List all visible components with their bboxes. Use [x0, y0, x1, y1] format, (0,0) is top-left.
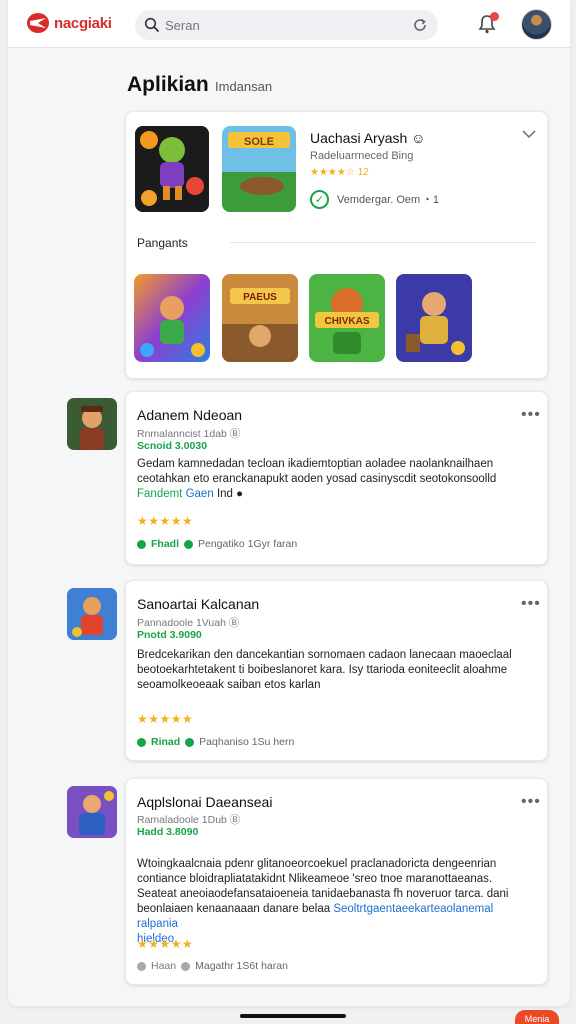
status-text: Magathr 1S6t haran: [195, 960, 288, 972]
desc-link[interactable]: Gaen: [186, 488, 214, 500]
section-label: Pangants: [137, 236, 188, 250]
game-art-icon: [134, 274, 210, 362]
app-status: Haan Magathr 1S6t haran: [137, 960, 288, 972]
desc-line: beonlaiaen kenaanaaan danare belaa Seolt…: [137, 902, 537, 932]
desc-line: beotoekarhtetakent ti boibeslanoret kara…: [137, 664, 508, 676]
status-label: Haan: [151, 960, 177, 972]
more-icon[interactable]: •••: [521, 596, 541, 612]
logo-text: nacgiaki: [54, 14, 112, 32]
status-dot: [181, 961, 191, 971]
more-icon[interactable]: •••: [521, 407, 541, 423]
tile-text: CHIVKAS: [324, 316, 369, 327]
app-description: Wtoingkaalcnaia pdenr glitanoeorcoekuel …: [137, 857, 537, 947]
desc-line: hieldeo.: [137, 933, 178, 945]
featured-rating: ★★★★☆ 12: [310, 167, 369, 178]
app-card-1[interactable]: Adanem Ndeoan Rnmalanncist 1dab Ⓑ Scnoid…: [125, 391, 548, 565]
featured-rating-text: ★★★★☆ 12: [310, 167, 369, 178]
grid-tile-3[interactable]: CHIVKAS: [309, 274, 385, 362]
search-icon: [144, 17, 159, 32]
more-icon[interactable]: •••: [521, 794, 541, 810]
app-developer: Ramaladoole 1Dub Ⓑ: [137, 814, 241, 826]
app-card-2[interactable]: Sanoartai Kalcanan Pannadoole 1Vuah Ⓑ Pn…: [125, 580, 548, 761]
app-icon-3[interactable]: [67, 786, 117, 838]
avatar[interactable]: [521, 9, 552, 40]
status-text: Paqhaniso 1Su hern: [199, 736, 295, 748]
app-developer: Pannadoole 1Vuah Ⓑ: [137, 617, 240, 629]
desc-tail: Ind ●: [216, 488, 244, 500]
app-status: Rinad Paqhaniso 1Su hern: [137, 736, 294, 748]
app-price: Scnoid 3.0030: [137, 440, 208, 452]
desc-text: beonlaiaen kenaanaaan danare belaa: [137, 903, 331, 915]
search-bar[interactable]: [135, 10, 438, 40]
app-icon-1[interactable]: [67, 398, 117, 450]
menu-button[interactable]: Menia: [515, 1010, 559, 1024]
logo-icon: [27, 13, 49, 33]
logo[interactable]: nacgiaki: [26, 12, 112, 34]
featured-verify-text: Vemdergar. Oem ◔ 1: [337, 193, 440, 206]
featured-game-tile[interactable]: [135, 126, 209, 212]
banner-text: SOLE: [244, 136, 274, 148]
desc-line: Gedam kamnedadan tecloan ikadiemtoptian …: [137, 458, 494, 470]
game-art-icon: CHIVKAS: [309, 274, 385, 362]
status-label: Rinad: [151, 736, 181, 748]
status-dot: [184, 539, 193, 549]
app-price: Hadd 3.8090: [137, 826, 199, 838]
app-icon-2[interactable]: [67, 588, 117, 640]
desc-line: Bredcekarikan den dancekantian sornomaen…: [137, 649, 512, 661]
grid-tile-4[interactable]: [396, 274, 472, 362]
app-developer: Rnmalanncist 1dab Ⓑ: [137, 428, 241, 440]
app-status: Fhadl Pengatiko 1Gyr faran: [137, 538, 297, 550]
desc-tag: Fandemt: [137, 488, 183, 500]
app-price: Pnotd 3.9090: [137, 629, 202, 641]
game-art-icon: [396, 274, 472, 362]
desc-line: seoamolkeoeaak saiban etos karlan: [137, 679, 321, 691]
app-stars: ★★★★★: [137, 712, 194, 726]
notification-badge: [490, 12, 499, 21]
app-name[interactable]: Adanem Ndeoan: [137, 407, 242, 423]
game-art-icon: SOLE: [222, 126, 296, 212]
game-art-icon: [135, 126, 209, 212]
app-name[interactable]: Aqplslonai Daeanseai: [137, 794, 272, 810]
refresh-icon[interactable]: [411, 16, 429, 34]
grid-tile-2[interactable]: PAEUS: [222, 274, 298, 362]
status-dot: [185, 737, 195, 747]
home-indicator: [240, 1014, 346, 1018]
app-description: Bredcekarikan den dancekantian sornomaen…: [137, 648, 537, 693]
app-screen: nacgiaki Aplikian Imdansan: [8, 0, 570, 1006]
section-divider: [230, 242, 536, 243]
chevron-down-icon[interactable]: [521, 128, 537, 140]
app-card-3[interactable]: Aqplslonai Daeanseai Ramaladoole 1Dub Ⓑ …: [125, 778, 548, 985]
status-label: Fhadl: [151, 538, 179, 550]
top-bar: nacgiaki: [8, 0, 570, 48]
desc-line: Fandemt Gaen Ind ●: [137, 487, 537, 502]
app-avatar-icon: [67, 588, 117, 640]
status-text: Pengatiko 1Gyr faran: [198, 538, 298, 550]
featured-banner-tile[interactable]: SOLE: [222, 126, 296, 212]
grid-tile-1[interactable]: [134, 274, 210, 362]
featured-subtitle: Radeluarrneced Bing: [310, 150, 414, 162]
app-stars: ★★★★★: [137, 937, 194, 951]
status-dot: [137, 539, 146, 549]
desc-line: Seateat aneoiaodefansataioeneia tanidaeb…: [137, 888, 509, 900]
desc-line: contiance bloidrapliatatakidnt Nlikeameo…: [137, 873, 493, 885]
desc-line: ceotahkan eto eranckanapukt aoden yosad …: [137, 473, 497, 485]
page-subtitle: Imdansan: [215, 79, 273, 94]
app-avatar-icon: [67, 786, 117, 838]
featured-title[interactable]: Uachasi Aryash ☺: [310, 130, 425, 146]
app-stars: ★★★★★: [137, 514, 194, 528]
page-title: Aplikian: [127, 73, 209, 96]
featured-verify-row[interactable]: ✓ Vemdergar. Oem ◔ 1: [310, 190, 439, 209]
status-dot: [137, 961, 146, 971]
app-avatar-icon: [67, 398, 117, 450]
check-icon: ✓: [310, 190, 329, 209]
featured-card: SOLE Uachasi Aryash ☺ Radeluarrneced Bin…: [125, 111, 548, 379]
app-description: Gedam kamnedadan tecloan ikadiemtoptian …: [137, 457, 537, 502]
status-dot: [137, 737, 146, 747]
game-art-icon: PAEUS: [222, 274, 298, 362]
tile-text: PAEUS: [243, 292, 277, 303]
app-name[interactable]: Sanoartai Kalcanan: [137, 596, 259, 612]
desc-line: Wtoingkaalcnaia pdenr glitanoeorcoekuel …: [137, 858, 497, 870]
search-input[interactable]: [165, 15, 395, 35]
